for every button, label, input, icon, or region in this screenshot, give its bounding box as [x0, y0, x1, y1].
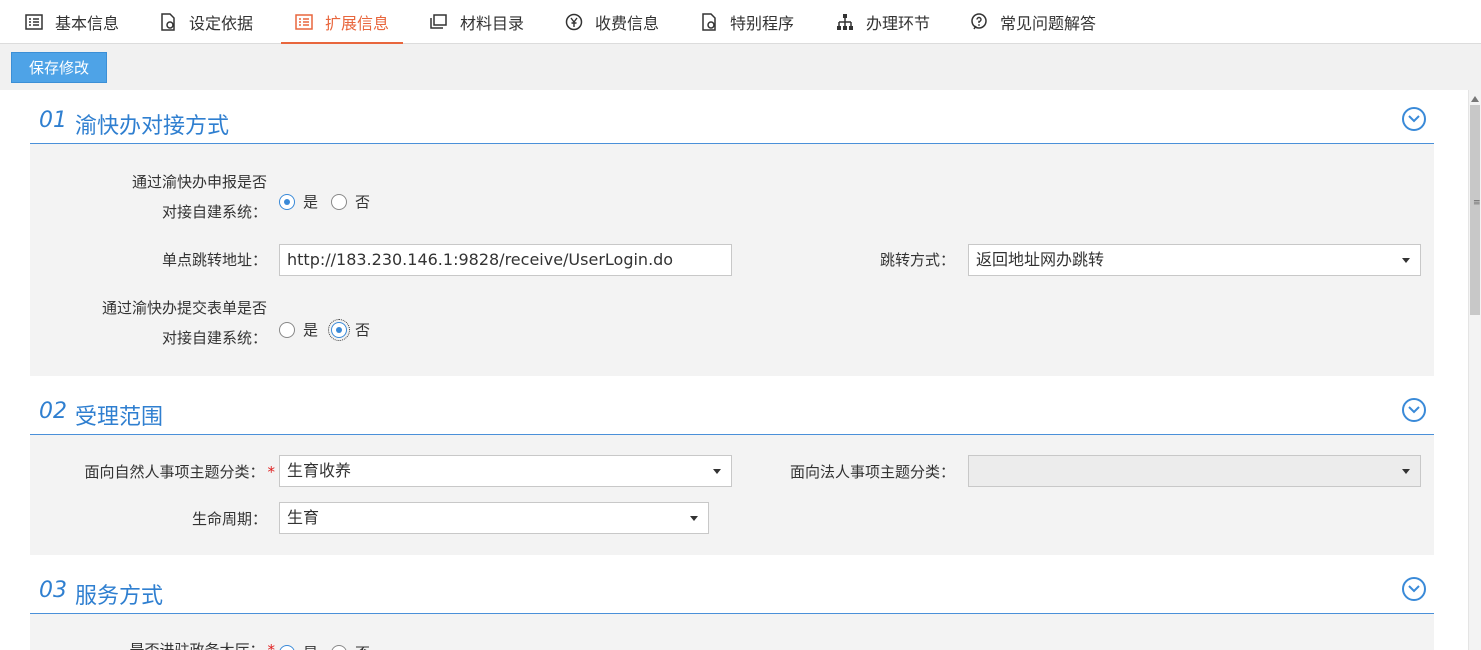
form-dock-label: 通过渝快办提交表单是否 对接自建系统： [30, 294, 267, 352]
section-header-scope: 02 受理范围 [30, 391, 1434, 435]
jump-mode-label: 跳转方式： [879, 251, 955, 269]
radio-circle[interactable] [279, 193, 295, 210]
radio-label: 是 [303, 642, 318, 650]
tab-process-steps[interactable]: 办理环节 [836, 0, 930, 44]
chat-question-icon [970, 13, 988, 31]
label-text: 是否进驻政务大厅： [129, 641, 265, 650]
tab-basis[interactable]: 设定依据 [159, 0, 253, 44]
select-value: 生育 [287, 508, 320, 527]
hall-entry-label: 是否进驻政务大厅： * [30, 636, 275, 650]
chevron-down-icon[interactable] [1402, 398, 1426, 422]
sso-url-label: 单点跳转地址： [161, 251, 267, 269]
tab-label: 设定依据 [189, 14, 254, 33]
label-line: 通过渝快办申报是否 [131, 173, 267, 191]
vertical-scrollbar[interactable]: ≡ [1468, 90, 1481, 650]
tab-label: 收费信息 [595, 14, 660, 33]
hierarchy-icon [836, 13, 854, 31]
hall-entry-no-radio[interactable]: 否 [331, 642, 370, 650]
tab-label: 扩展信息 [325, 14, 390, 33]
yen-icon [565, 13, 583, 31]
tab-faq[interactable]: 常见问题解答 [970, 0, 1096, 44]
label-line: 通过渝快办提交表单是否 [101, 299, 267, 317]
sso-url-input[interactable]: http://183.230.146.1:9828/receive/UserLo… [279, 244, 732, 276]
list-icon [25, 13, 43, 31]
document-gear-icon [159, 13, 177, 31]
scrollbar-thumb[interactable] [1470, 105, 1480, 315]
radio-circle[interactable] [279, 321, 295, 338]
section-number: 03 [39, 578, 67, 603]
stack-icon [430, 13, 448, 31]
select-value: 返回地址网办跳转 [976, 250, 1105, 269]
tab-extended-info[interactable]: 扩展信息 [280, 0, 404, 44]
submit-dock-yes-radio[interactable]: 是 [279, 191, 318, 212]
select-value: 生育收养 [287, 461, 352, 480]
tab-label: 办理环节 [866, 14, 931, 33]
form-dock-no-radio[interactable]: 否 [328, 318, 371, 341]
radio-label: 是 [303, 321, 319, 339]
section-body-service: 是否进驻政务大厅：* 是 否 [30, 614, 1434, 650]
natural-person-topic-select[interactable]: 生育收养 [279, 455, 732, 487]
list-icon [295, 13, 313, 31]
tab-label: 常见问题解答 [1000, 14, 1097, 33]
radio-circle[interactable] [328, 318, 350, 341]
radio-circle[interactable] [279, 644, 295, 650]
required-mark: * [267, 463, 276, 481]
section-body-docking: 通过渝快办申报是否 对接自建系统： 是 否 单点跳转地址： http://183… [30, 144, 1434, 376]
document-gear-icon [700, 13, 718, 31]
form-dock-yes-radio[interactable]: 是 [279, 319, 318, 340]
tab-materials[interactable]: 材料目录 [430, 0, 524, 44]
life-cycle-label: 生命周期： [191, 510, 267, 528]
section-header-docking: 01 渝快办对接方式 [30, 100, 1434, 144]
tab-label: 特别程序 [730, 14, 795, 33]
save-changes-button[interactable]: 保存修改 [11, 52, 107, 83]
tab-bar: 基本信息 设定依据 扩展信息 材料目录 收费信息 特别程序 办理环节 常见问题解… [0, 0, 1481, 44]
radio-label: 否 [355, 642, 370, 650]
section-title: 受理范围 [75, 405, 164, 430]
scroll-grip-icon: ≡ [1473, 198, 1481, 208]
hall-entry-yes-radio[interactable]: 是 [279, 642, 318, 650]
caret-down-icon [1402, 258, 1410, 263]
tab-label: 基本信息 [55, 14, 120, 33]
required-mark: * [267, 641, 276, 650]
caret-down-icon [690, 516, 698, 521]
label-line: 对接自建系统： [161, 203, 267, 221]
jump-mode-select[interactable]: 返回地址网办跳转 [968, 244, 1421, 276]
radio-label: 否 [355, 321, 371, 339]
tab-label: 材料目录 [460, 14, 525, 33]
section-body-scope: 面向自然人事项主题分类： * 生育收养 面向法人事项主题分类： 生命周期： 生育 [30, 435, 1434, 555]
section-header-service: 03 服务方式 [30, 570, 1434, 614]
chevron-down-icon[interactable] [1402, 107, 1426, 131]
section-title: 渝快办对接方式 [75, 114, 230, 139]
legal-person-topic-label: 面向法人事项主题分类： [789, 463, 955, 481]
chevron-down-icon[interactable] [1402, 577, 1426, 601]
label-line: 对接自建系统： [161, 329, 267, 347]
tab-special-procedures[interactable]: 特别程序 [700, 0, 794, 44]
life-cycle-select[interactable]: 生育 [279, 502, 709, 534]
submit-dock-label: 通过渝快办申报是否 对接自建系统： [30, 168, 267, 226]
legal-person-topic-select[interactable] [968, 455, 1421, 487]
caret-down-icon [1402, 469, 1410, 474]
section-title: 服务方式 [75, 584, 164, 609]
radio-circle[interactable] [331, 644, 347, 650]
radio-label: 否 [355, 193, 371, 211]
natural-person-topic-label: 面向自然人事项主题分类： * [30, 458, 275, 486]
radio-label: 是 [303, 193, 319, 211]
submit-dock-no-radio[interactable]: 否 [331, 191, 370, 212]
scroll-up-arrow-icon[interactable] [1471, 96, 1479, 102]
toolbar: 保存修改 [0, 44, 1481, 90]
section-number: 02 [39, 399, 67, 424]
caret-down-icon [713, 469, 721, 474]
tab-basic-info[interactable]: 基本信息 [25, 0, 119, 44]
section-number: 01 [39, 108, 67, 133]
label-text: 面向自然人事项主题分类： [84, 463, 265, 481]
tab-fees[interactable]: 收费信息 [565, 0, 659, 44]
radio-circle[interactable] [331, 193, 347, 210]
